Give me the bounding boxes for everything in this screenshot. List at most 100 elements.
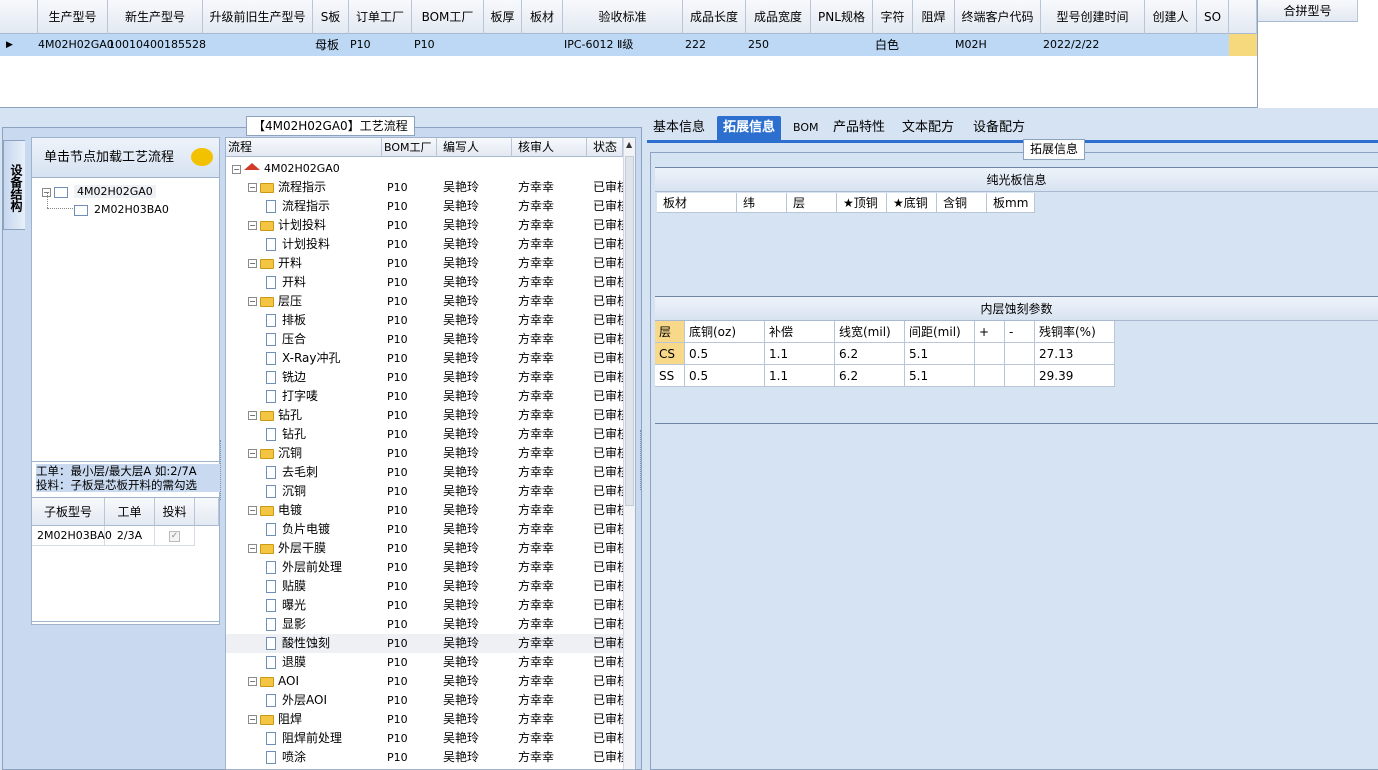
cell-char[interactable]: 白色 [873,34,913,56]
collapse-icon[interactable]: − [248,297,257,306]
col-header[interactable]: ★顶铜 [837,193,887,213]
collapse-icon[interactable]: − [248,506,257,515]
col-header[interactable]: 子板型号 [32,498,105,526]
cell-layer[interactable]: CS [655,343,685,365]
col-header[interactable]: 工单 [105,498,155,526]
col-header[interactable]: 含铜 [937,193,987,213]
collapse-icon[interactable]: − [248,544,257,553]
table-row[interactable]: 负片电镀 P10 吴艳玲 方幸幸 已审核 [226,520,623,539]
table-row[interactable]: 打字唛 P10 吴艳玲 方幸幸 已审核 [226,387,623,406]
cell-pnl[interactable] [811,34,873,56]
table-row[interactable]: 压合 P10 吴艳玲 方幸幸 已审核 [226,330,623,349]
cell-solder-mask[interactable] [913,34,955,56]
collapse-icon[interactable]: − [248,411,257,420]
table-row[interactable]: − 层压 P10 吴艳玲 方幸幸 已审核 [226,292,623,311]
cell-minus[interactable] [1005,343,1035,365]
table-row[interactable]: 退膜 P10 吴艳玲 方幸幸 已审核 [226,653,623,672]
col-header[interactable]: BOM工厂 [412,0,484,34]
cell-acceptance[interactable]: IPC-6012 Ⅱ级 [562,34,682,56]
cell-bom-factory[interactable]: P10 [412,34,484,56]
scroll-up-icon[interactable]: ▲ [626,140,632,149]
col-header[interactable]: 成品宽度 [746,0,811,34]
col-header[interactable]: S板 [313,0,349,34]
col-header[interactable]: + [975,321,1005,343]
feed-checkbox[interactable]: ✓ [155,526,195,546]
cell-customer-code[interactable]: M02H [953,34,1039,56]
table-row[interactable]: 流程指示 P10 吴艳玲 方幸幸 已审核 [226,197,623,216]
cell-line-width[interactable]: 6.2 [835,365,905,387]
equipment-structure-tab[interactable]: 设备结构 [3,140,25,230]
merge-model-header[interactable]: 合拼型号 [1258,0,1358,22]
cell-length[interactable]: 222 [683,34,746,56]
table-row[interactable]: 曝光 P10 吴艳玲 方幸幸 已审核 [226,596,623,615]
col-header[interactable]: 编写人 [437,138,512,157]
col-header[interactable]: 底铜(oz) [685,321,765,343]
col-header[interactable]: 间距(mil) [905,321,975,343]
tab-product-features[interactable]: 产品特性 [827,116,891,140]
table-row[interactable]: − 沉铜 P10 吴艳玲 方幸幸 已审核 [226,444,623,463]
cell-spacing[interactable]: 5.1 [905,365,975,387]
tab-extended-info[interactable]: 拓展信息 [717,116,782,140]
cell-sub-order[interactable]: 2/3A [105,526,155,546]
col-header[interactable]: 残铜率(%) [1035,321,1115,343]
col-header[interactable]: 线宽(mil) [835,321,905,343]
col-header[interactable]: 板材 [522,0,563,34]
table-row[interactable]: 酸性蚀刻 P10 吴艳玲 方幸幸 已审核 [226,634,623,653]
col-header[interactable]: 流程 [226,138,382,157]
splitter-handle[interactable] [640,430,644,490]
col-header[interactable]: 订单工厂 [349,0,412,34]
col-header[interactable]: 层 [787,193,837,213]
cell-new-prod-no[interactable]: 10010400185528 [106,34,206,56]
load-process-button[interactable]: 单击节点加载工艺流程 [32,138,219,178]
cell-spacing[interactable]: 5.1 [905,343,975,365]
table-row[interactable]: − 外层干膜 P10 吴艳玲 方幸幸 已审核 [226,539,623,558]
cell-so[interactable] [1197,34,1229,56]
cell-s-board[interactable]: 母板 [313,34,349,56]
table-row[interactable]: − 流程指示 P10 吴艳玲 方幸幸 已审核 [226,178,623,197]
col-header[interactable]: 型号创建时间 [1041,0,1145,34]
col-header[interactable]: - [1005,321,1035,343]
col-header[interactable]: SO [1197,0,1229,34]
table-row[interactable]: − 电镀 P10 吴艳玲 方幸幸 已审核 [226,501,623,520]
tab-bom[interactable]: BOM [787,116,825,140]
tree-row-root[interactable]: − 4M02H02GA0 [226,159,623,178]
cell-compensation[interactable]: 1.1 [765,365,835,387]
table-row[interactable]: 开料 P10 吴艳玲 方幸幸 已审核 [226,273,623,292]
collapse-icon[interactable]: − [248,259,257,268]
splitter-handle[interactable] [220,440,224,500]
col-header[interactable]: 补偿 [765,321,835,343]
cell-plus[interactable] [975,343,1005,365]
col-header[interactable]: 终端客户代码 [955,0,1041,34]
col-header[interactable]: 成品长度 [683,0,746,34]
table-row[interactable]: 铣边 P10 吴艳玲 方幸幸 已审核 [226,368,623,387]
tab-equipment-recipe[interactable]: 设备配方 [967,116,1031,140]
cell-base-copper[interactable]: 0.5 [685,343,765,365]
table-row[interactable]: 贴膜 P10 吴艳玲 方幸幸 已审核 [226,577,623,596]
table-row[interactable]: − 阻焊 P10 吴艳玲 方幸幸 已审核 [226,710,623,729]
table-row[interactable]: − 钻孔 P10 吴艳玲 方幸幸 已审核 [226,406,623,425]
cell-prod-no[interactable]: 4M02H02GA0 [36,34,114,56]
col-header[interactable]: 纬 [737,193,787,213]
cell-created[interactable]: 2022/2/22 [1041,34,1145,56]
table-row[interactable]: 外层前处理 P10 吴艳玲 方幸幸 已审核 [226,558,623,577]
cell-creator[interactable] [1145,34,1197,56]
vertical-scrollbar[interactable]: ▲ [623,138,635,769]
table-row[interactable]: 去毛刺 P10 吴艳玲 方幸幸 已审核 [226,463,623,482]
col-header[interactable]: 板mm [987,193,1035,213]
col-header[interactable]: 阻焊 [913,0,955,34]
cell-compensation[interactable]: 1.1 [765,343,835,365]
table-row[interactable]: 喷涂 P10 吴艳玲 方幸幸 已审核 [226,748,623,767]
cell-order-factory[interactable]: P10 [348,34,411,56]
table-row[interactable]: 排板 P10 吴艳玲 方幸幸 已审核 [226,311,623,330]
cell-sub-model[interactable]: 2M02H03BA0 [32,526,112,546]
col-header[interactable]: 创建人 [1145,0,1197,34]
table-row[interactable]: 计划投料 P10 吴艳玲 方幸幸 已审核 [226,235,623,254]
col-header[interactable]: 板厚 [484,0,522,34]
col-header[interactable]: 字符 [873,0,913,34]
cell-thickness[interactable] [484,34,522,56]
tab-basic-info[interactable]: 基本信息 [647,116,711,140]
cell-line-width[interactable]: 6.2 [835,343,905,365]
col-header[interactable]: 层 [655,321,685,343]
collapse-icon[interactable]: − [248,449,257,458]
col-header[interactable]: BOM工厂 [382,138,437,157]
